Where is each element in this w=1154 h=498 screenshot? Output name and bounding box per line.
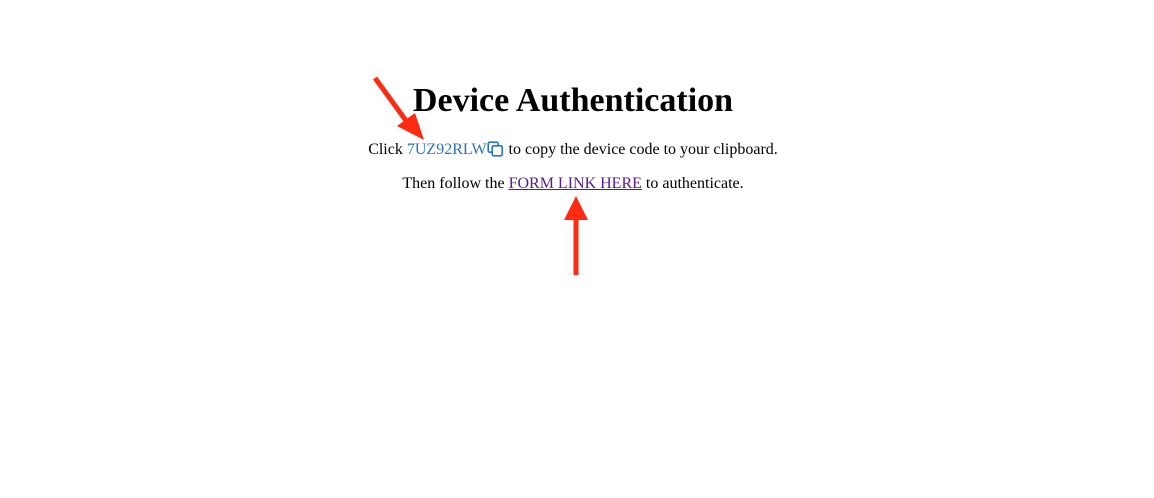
device-code[interactable]: 7UZ92RLW: [407, 141, 487, 158]
form-link-instruction: Then follow the FORM LINK HERE to authen…: [0, 174, 1146, 194]
device-auth-page: Device Authentication Click 7UZ92RLW to …: [0, 0, 1154, 498]
page-title: Device Authentication: [412, 82, 734, 119]
follow-prefix: Then follow the: [402, 175, 509, 192]
form-link[interactable]: FORM LINK HERE: [509, 175, 642, 192]
copy-code-instruction: Click 7UZ92RLW to copy the device code t…: [0, 140, 1146, 160]
arrow-icon: [372, 76, 588, 275]
copy-icon[interactable]: [486, 141, 504, 157]
instruction-prefix: Click: [368, 141, 407, 158]
follow-suffix: to authenticate.: [641, 175, 744, 192]
device-code-link[interactable]: 7UZ92RLW: [407, 141, 505, 158]
instruction-suffix: to copy the device code to your clipboar…: [504, 141, 778, 158]
